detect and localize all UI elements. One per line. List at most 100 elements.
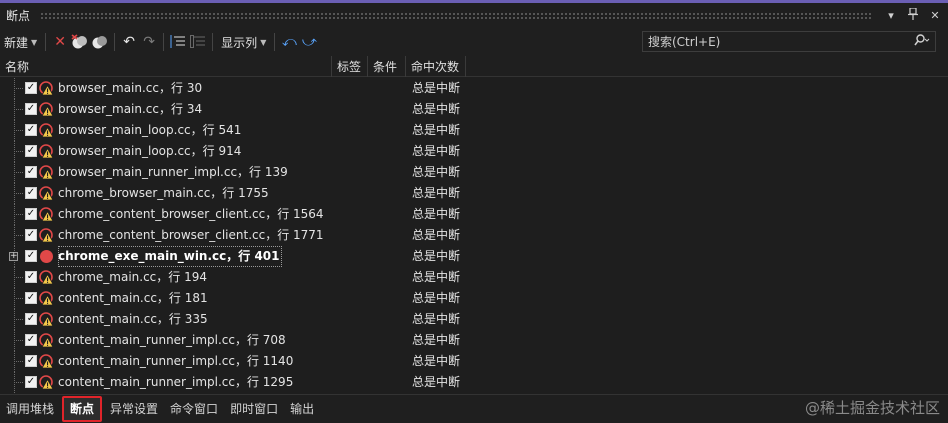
breakpoint-warning-icon[interactable] — [39, 186, 54, 201]
table-row[interactable]: ✓ content_main_runner_impl.cc，行 708 总是中断 — [0, 330, 940, 351]
toolbar-separator — [114, 33, 116, 51]
breakpoint-warning-icon[interactable] — [39, 228, 54, 243]
breakpoint-location: browser_main.cc，行 34 — [58, 102, 203, 116]
chevron-down-icon: ▼ — [260, 37, 267, 47]
table-row[interactable]: ✓ content_main.cc，行 335 总是中断 — [0, 309, 940, 330]
hit-count-condition: 总是中断 — [412, 144, 461, 158]
enabled-checkbox[interactable]: ✓ — [25, 355, 37, 367]
enabled-checkbox[interactable]: ✓ — [25, 187, 37, 199]
breakpoint-warning-icon[interactable] — [39, 291, 54, 306]
drag-grip[interactable] — [40, 12, 872, 19]
hit-count-condition: 总是中断 — [412, 375, 461, 389]
show-columns-dropdown[interactable]: 显示列 ▼ — [217, 31, 270, 53]
close-icon[interactable]: ✕ — [926, 9, 944, 22]
column-condition[interactable]: 条件 — [368, 55, 406, 77]
sort-icon[interactable] — [168, 31, 188, 53]
tab-breakpoints[interactable]: 断点 — [62, 396, 103, 422]
breakpoint-warning-icon[interactable] — [39, 375, 54, 390]
tool-window-titlebar: 断点 ▾ ✕ — [0, 3, 948, 28]
column-name[interactable]: 名称 — [0, 55, 332, 77]
table-row[interactable]: ✓ browser_main_loop.cc，行 541 总是中断 — [0, 120, 940, 141]
delete-all-icon[interactable] — [70, 31, 90, 53]
delete-icon[interactable]: ✕ — [50, 31, 70, 53]
breakpoint-location: browser_main_loop.cc，行 541 — [58, 123, 242, 137]
breakpoint-warning-icon[interactable] — [39, 333, 54, 348]
breakpoint-warning-icon[interactable] — [39, 354, 54, 369]
breakpoint-warning-icon[interactable] — [39, 207, 54, 222]
tab-output[interactable]: 输出 — [284, 398, 320, 420]
new-breakpoint-dropdown[interactable]: 新建 ▼ — [0, 31, 41, 53]
go-to-disassembly-icon[interactable]: ⤻ — [299, 31, 319, 53]
tab-command-window[interactable]: 命令窗口 — [164, 398, 224, 420]
table-row[interactable]: ✓ browser_main.cc，行 34 总是中断 — [0, 99, 940, 120]
table-row[interactable]: ✓ chrome_main.cc，行 194 总是中断 — [0, 267, 940, 288]
table-row[interactable]: ✓ chrome_content_browser_client.cc，行 177… — [0, 225, 940, 246]
tab-immediate-window[interactable]: 即时窗口 — [224, 398, 284, 420]
enabled-checkbox[interactable]: ✓ — [25, 334, 37, 346]
breakpoint-warning-icon[interactable] — [39, 81, 54, 96]
undo-icon[interactable]: ↶ — [119, 31, 139, 53]
enabled-checkbox[interactable]: ✓ — [25, 208, 37, 220]
go-to-source-icon[interactable]: ⤺ — [279, 31, 299, 53]
enabled-checkbox[interactable]: ✓ — [25, 376, 37, 388]
table-row[interactable]: ✓ content_main_runner_impl.cc，行 1295 总是中… — [0, 372, 940, 393]
hit-count-condition: 总是中断 — [412, 102, 461, 116]
enabled-checkbox[interactable]: ✓ — [25, 103, 37, 115]
search-icon[interactable] — [909, 34, 935, 49]
tree-line — [14, 361, 23, 362]
table-row[interactable]: ✓ browser_main_loop.cc，行 914 总是中断 — [0, 141, 940, 162]
vertical-scrollbar[interactable] — [940, 78, 948, 394]
enabled-checkbox[interactable]: ✓ — [25, 145, 37, 157]
column-tag[interactable]: 标签 — [332, 55, 368, 77]
tree-line — [14, 109, 23, 110]
toggle-all-icon[interactable] — [90, 31, 110, 53]
tab-exception-settings[interactable]: 异常设置 — [104, 398, 164, 420]
breakpoint-list: ✓ browser_main.cc，行 30 总是中断 ✓ browser_ma… — [0, 78, 940, 394]
search-box — [642, 31, 936, 52]
tree-line — [14, 151, 23, 152]
breakpoint-warning-icon[interactable] — [39, 312, 54, 327]
column-hit-count[interactable]: 命中次数 — [406, 55, 466, 77]
enabled-checkbox[interactable]: ✓ — [25, 271, 37, 283]
pin-icon[interactable] — [904, 7, 922, 23]
table-row[interactable]: ✓ browser_main_runner_impl.cc，行 139 总是中断 — [0, 162, 940, 183]
table-row[interactable]: ✓ content_main_runner_impl.cc，行 1140 总是中… — [0, 351, 940, 372]
breakpoint-location: browser_main_loop.cc，行 914 — [58, 144, 242, 158]
breakpoint-warning-icon[interactable] — [39, 270, 54, 285]
breakpoint-location: chrome_content_browser_client.cc，行 1564 — [58, 207, 324, 221]
tab-call-stack[interactable]: 调用堆栈 — [0, 398, 60, 420]
breakpoint-location: content_main.cc，行 335 — [58, 312, 208, 326]
enabled-checkbox[interactable]: ✓ — [25, 124, 37, 136]
enabled-checkbox[interactable]: ✓ — [25, 313, 37, 325]
hit-count-condition: 总是中断 — [412, 186, 461, 200]
hit-count-condition: 总是中断 — [412, 312, 461, 326]
breakpoint-warning-icon[interactable] — [39, 123, 54, 138]
expand-icon[interactable]: + — [9, 252, 18, 261]
breakpoint-location: chrome_main.cc，行 194 — [58, 270, 207, 284]
window-title: 断点 — [6, 9, 31, 23]
breakpoint-active-icon[interactable] — [39, 249, 54, 264]
tree-line — [14, 319, 23, 320]
enabled-checkbox[interactable]: ✓ — [25, 229, 37, 241]
tree-line — [14, 340, 23, 341]
breakpoint-warning-icon[interactable] — [39, 165, 54, 180]
table-row[interactable]: ✓ browser_main.cc，行 30 总是中断 — [0, 78, 940, 99]
group-icon[interactable] — [188, 31, 208, 53]
table-row[interactable]: ✓ content_main.cc，行 181 总是中断 — [0, 288, 940, 309]
enabled-checkbox[interactable]: ✓ — [25, 292, 37, 304]
window-menu-icon[interactable]: ▾ — [882, 9, 900, 22]
table-row-current[interactable]: + ✓ chrome_exe_main_win.cc，行 401 总是中断 — [0, 246, 940, 267]
enabled-checkbox[interactable]: ✓ — [25, 250, 37, 262]
redo-icon[interactable]: ↷ — [139, 31, 159, 53]
hit-count-condition: 总是中断 — [412, 228, 461, 242]
search-input[interactable] — [643, 33, 909, 50]
enabled-checkbox[interactable]: ✓ — [25, 82, 37, 94]
enabled-checkbox[interactable]: ✓ — [25, 166, 37, 178]
hit-count-condition: 总是中断 — [412, 333, 461, 347]
breakpoint-warning-icon[interactable] — [39, 144, 54, 159]
tree-line — [14, 235, 23, 236]
breakpoint-warning-icon[interactable] — [39, 102, 54, 117]
hit-count-condition: 总是中断 — [412, 270, 461, 284]
table-row[interactable]: ✓ chrome_content_browser_client.cc，行 156… — [0, 204, 940, 225]
table-row[interactable]: ✓ chrome_browser_main.cc，行 1755 总是中断 — [0, 183, 940, 204]
